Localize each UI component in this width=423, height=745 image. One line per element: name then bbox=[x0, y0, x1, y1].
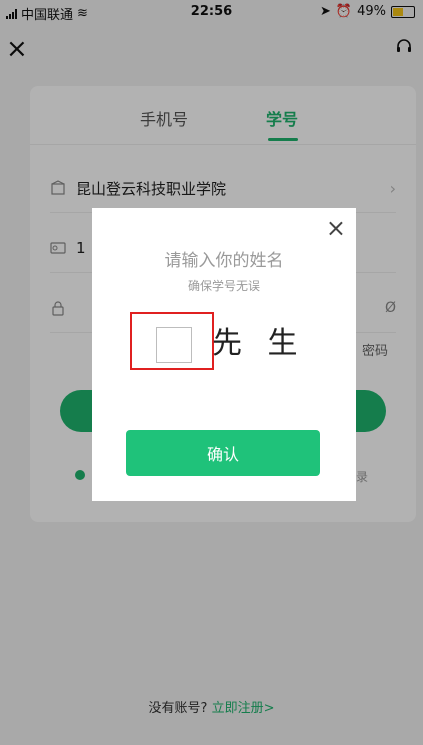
modal-title: 请输入你的姓名 bbox=[164, 251, 284, 271]
name-input[interactable] bbox=[156, 327, 192, 363]
name-suffix: 先 生 bbox=[212, 326, 306, 361]
name-modal: × 请输入你的姓名 确保学号无误 先 生 确认 bbox=[92, 208, 356, 501]
modal-subtitle: 确保学号无误 bbox=[187, 279, 260, 293]
close-icon[interactable]: × bbox=[326, 216, 346, 240]
confirm-button[interactable]: 确认 bbox=[126, 430, 320, 476]
